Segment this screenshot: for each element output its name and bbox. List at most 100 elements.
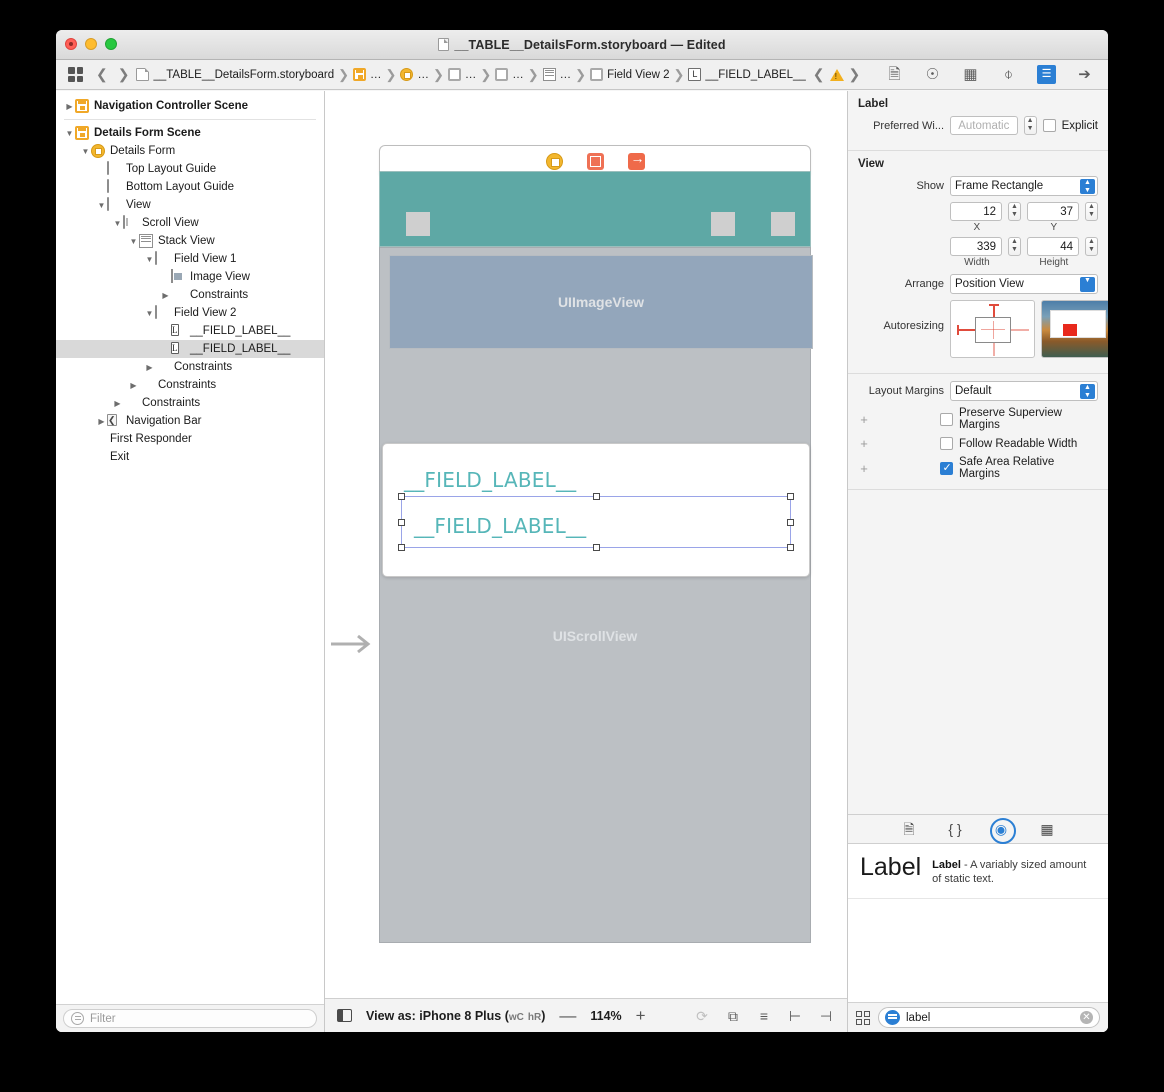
follow-readable-width-checkbox[interactable]	[940, 437, 953, 450]
autoresizing-control[interactable]	[950, 300, 1035, 358]
autoresizing-bottom-strut[interactable]	[993, 343, 995, 356]
selection-handle-mr[interactable]	[787, 519, 794, 526]
navigate-back-button[interactable]: ❮	[91, 66, 113, 83]
tree-row-constraints[interactable]: Constraints	[56, 376, 324, 394]
file-inspector-tab[interactable]: 🗎	[885, 65, 904, 84]
image-view-preview[interactable]: UIImageView	[389, 255, 813, 349]
first-responder-dock-icon[interactable]	[586, 153, 604, 170]
preferred-width-field[interactable]: Automatic	[950, 116, 1018, 135]
autoresizing-height-spring[interactable]	[993, 321, 994, 339]
explicit-checkbox[interactable]	[1042, 119, 1056, 132]
tree-row-navigation-controller-scene[interactable]: Navigation Controller Scene	[56, 97, 324, 115]
arrange-popup-button[interactable]: Position View ▼	[950, 274, 1098, 294]
view-as-label[interactable]: View as: iPhone 8 Plus (wC hR)	[366, 1009, 545, 1023]
grid-icon[interactable]	[856, 1010, 870, 1025]
tree-row-details-form[interactable]: Details Form	[56, 142, 324, 160]
tree-row-field-view-2[interactable]: Field View 2	[56, 304, 324, 322]
breadcrumb-item-field-label[interactable]: L __FIELD_LABEL__	[686, 68, 807, 81]
identity-inspector-tab[interactable]: ▦	[961, 65, 980, 84]
tree-twisty[interactable]	[160, 291, 171, 300]
breadcrumb-item-scene[interactable]: …	[351, 68, 384, 81]
y-field[interactable]: 37	[1027, 202, 1079, 221]
tree-row-scroll-view[interactable]: Scroll View	[56, 214, 324, 232]
tree-row-first-responder[interactable]: First Responder	[56, 430, 324, 448]
tree-row-bottom-layout-guide[interactable]: Bottom Layout Guide	[56, 178, 324, 196]
exit-dock-icon[interactable]	[627, 150, 645, 170]
breadcrumb-item-storyboard[interactable]: __TABLE__DetailsForm.storyboard	[134, 68, 336, 81]
tree-twisty[interactable]	[144, 363, 155, 372]
update-frames-icon[interactable]: ⟳	[693, 1008, 711, 1024]
preferred-width-stepper[interactable]: ▲ ▼	[1023, 116, 1037, 135]
selection-handle-tl[interactable]	[398, 493, 405, 500]
tree-twisty[interactable]	[80, 147, 91, 156]
height-stepper[interactable]: ▲ ▼	[1085, 237, 1098, 256]
connections-inspector-tab[interactable]: ➔	[1075, 65, 1094, 84]
tree-twisty[interactable]	[64, 102, 75, 111]
layout-margins-popup-button[interactable]: Default ▲ ▼	[950, 381, 1098, 401]
interface-builder-canvas[interactable]: UIScrollView UIImageView __FIELD_LABEL__…	[325, 91, 847, 998]
tree-row-navigation-bar[interactable]: ❮ Navigation Bar	[56, 412, 324, 430]
list-item[interactable]: Label Label - A variably sized amount of…	[848, 844, 1108, 899]
selection-handle-tc[interactable]	[593, 493, 600, 500]
media-library-tab[interactable]: ▦	[1038, 820, 1057, 839]
tree-row-constraints[interactable]: Constraints	[56, 358, 324, 376]
bottom-panel-toggle-icon[interactable]	[337, 1009, 352, 1022]
zoom-in-button[interactable]: +	[636, 1006, 646, 1026]
tree-twisty[interactable]	[96, 417, 107, 426]
navigator-filter-field[interactable]: Filter	[63, 1009, 317, 1028]
width-field[interactable]: 339	[950, 237, 1002, 256]
navigate-forward-button[interactable]: ❯	[113, 66, 135, 83]
width-stepper[interactable]: ▲ ▼	[1008, 237, 1021, 256]
selection-handle-tr[interactable]	[787, 493, 794, 500]
tree-twisty[interactable]	[112, 399, 123, 408]
next-issue-button[interactable]: ❯	[844, 66, 866, 83]
x-stepper[interactable]: ▲ ▼	[1008, 202, 1021, 221]
tree-twisty[interactable]	[144, 255, 155, 264]
selection-bounding-box[interactable]	[398, 493, 794, 551]
navbar-right-item-2[interactable]	[771, 212, 795, 236]
selection-handle-bc[interactable]	[593, 544, 600, 551]
tree-row-constraints[interactable]: Constraints	[56, 286, 324, 304]
window-controls[interactable]	[65, 38, 117, 50]
tree-twisty[interactable]	[96, 201, 107, 210]
breadcrumb-item-field-view-2[interactable]: Field View 2	[588, 68, 671, 81]
align-icon[interactable]: ≡	[755, 1008, 773, 1024]
tree-row-constraints[interactable]: Constraints	[56, 394, 324, 412]
scene-stop-badge[interactable]	[308, 127, 316, 139]
navbar-left-item[interactable]	[406, 212, 430, 236]
safe-area-relative-margins-checkbox[interactable]	[940, 461, 953, 475]
tree-row-image-view[interactable]: Image View	[56, 268, 324, 286]
breadcrumb-item-stack-view[interactable]: …	[541, 68, 574, 81]
embed-in-icon[interactable]: ⧉	[724, 1008, 742, 1024]
show-popup-button[interactable]: Frame Rectangle ▲ ▼	[950, 176, 1098, 196]
tree-row-field-view-1[interactable]: Field View 1	[56, 250, 324, 268]
object-library-list[interactable]: Label Label - A variably sized amount of…	[848, 844, 1108, 1032]
warning-triangle-icon[interactable]	[829, 68, 844, 81]
x-field[interactable]: 12	[950, 202, 1002, 221]
file-template-library-tab[interactable]: 🗎	[900, 820, 919, 839]
tree-row-top-layout-guide[interactable]: Top Layout Guide	[56, 160, 324, 178]
tree-twisty[interactable]	[112, 219, 123, 228]
minimize-window-button[interactable]	[85, 38, 97, 50]
breadcrumb-item-view-controller[interactable]: …	[398, 68, 431, 81]
tree-row-details-form-scene[interactable]: Details Form Scene	[56, 124, 324, 142]
size-inspector-tab[interactable]: ☰	[1037, 65, 1056, 84]
add-constraint-plus-icon[interactable]: +	[858, 412, 870, 427]
autoresizing-right-strut[interactable]	[1011, 329, 1029, 331]
preserve-superview-margins-checkbox[interactable]	[940, 412, 953, 426]
tree-row-view[interactable]: View	[56, 196, 324, 214]
attributes-inspector-tab[interactable]: ⌽	[999, 65, 1018, 84]
quick-help-inspector-tab[interactable]: ☉	[923, 65, 942, 84]
navbar-right-item-1[interactable]	[711, 212, 735, 236]
view-controller-dock-icon[interactable]	[545, 153, 563, 170]
add-constraint-plus-icon[interactable]: +	[858, 436, 870, 451]
selection-handle-ml[interactable]	[398, 519, 405, 526]
autoresizing-left-strut[interactable]	[957, 329, 975, 331]
close-window-button[interactable]	[65, 38, 77, 50]
selection-handle-br[interactable]	[787, 544, 794, 551]
add-constraint-plus-icon[interactable]: +	[858, 461, 870, 476]
maximize-window-button[interactable]	[105, 38, 117, 50]
tree-row-field-label[interactable]: L __FIELD_LABEL__	[56, 340, 324, 358]
scroll-view-preview[interactable]: UIScrollView	[379, 247, 811, 943]
grid-icon[interactable]	[68, 67, 83, 82]
